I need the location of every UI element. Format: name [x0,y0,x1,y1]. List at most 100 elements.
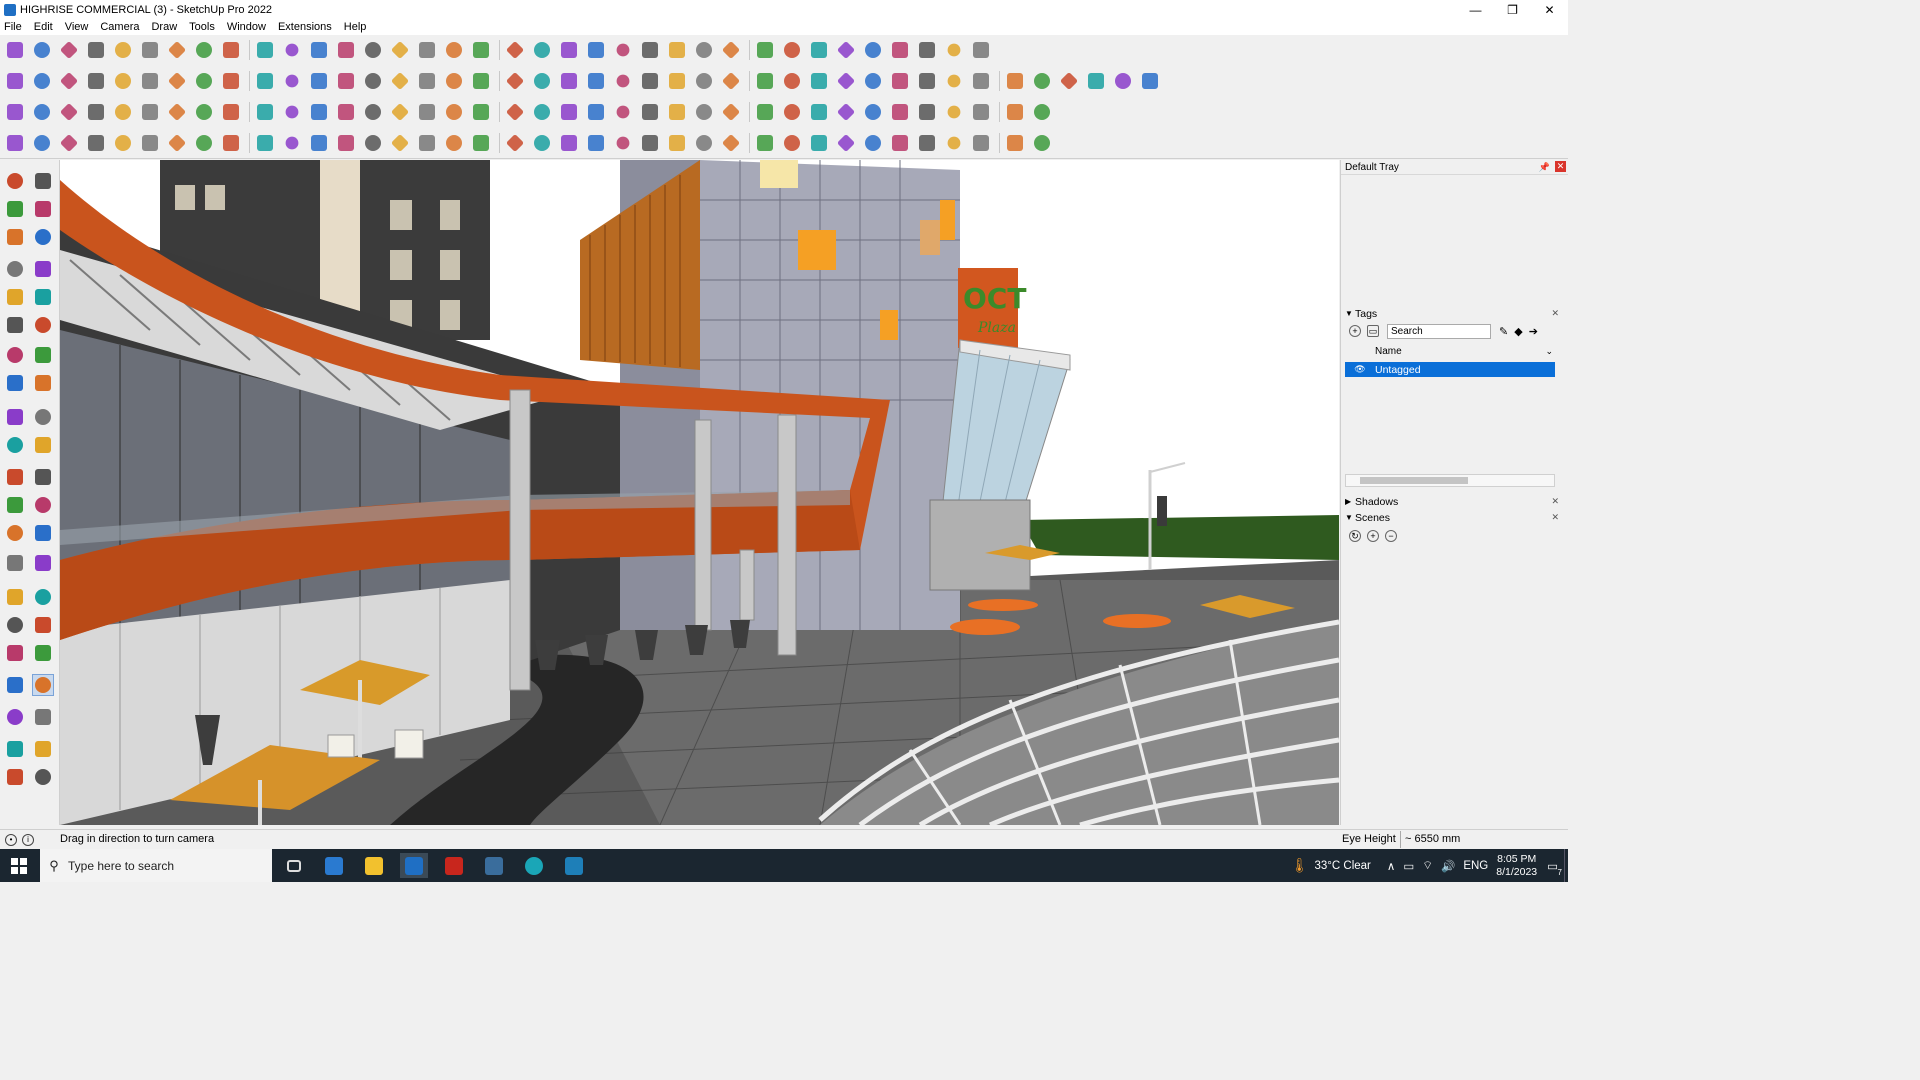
modeling-tool-icon-23[interactable] [612,70,634,92]
extension-tool-icon-12[interactable] [308,132,330,154]
modeling-tool-icon-20[interactable] [531,70,553,92]
standard-tool-icon-11[interactable] [281,39,303,61]
standard-tool-icon-34[interactable] [916,39,938,61]
edit-tool-icon-36[interactable] [970,101,992,123]
edit-tool-icon-7[interactable] [166,101,188,123]
taskbar-app-other[interactable] [560,853,588,878]
extension-tool-icon-25[interactable] [666,132,688,154]
edit-tool-icon-4[interactable] [85,101,107,123]
left-tool-icon-36[interactable] [32,674,54,696]
edit-tool-icon-18[interactable] [470,101,492,123]
modeling-tool-icon-21[interactable] [558,70,580,92]
edit-tool-icon-31[interactable] [835,101,857,123]
modeling-tool-icon-8[interactable] [193,70,215,92]
standard-tool-icon-36[interactable] [970,39,992,61]
add-folder-icon[interactable]: ▭ [1367,325,1379,337]
standard-tool-icon-35[interactable] [943,39,965,61]
scenes-panel-header[interactable]: ▼ Scenes ✕ [1345,510,1559,525]
edit-tool-icon-35[interactable] [943,101,965,123]
menu-window[interactable]: Window [227,21,266,33]
edit-tool-icon-1[interactable] [4,101,26,123]
extension-tool-icon-18[interactable] [470,132,492,154]
edit-tool-icon-25[interactable] [666,101,688,123]
weather-text[interactable]: 33°C Clear [1315,860,1371,872]
left-tool-icon-42[interactable] [32,766,54,788]
modeling-tool-icon-39[interactable] [1058,70,1080,92]
menu-file[interactable]: File [4,21,22,33]
edit-tool-icon-19[interactable] [504,101,526,123]
extension-tool-icon-15[interactable] [389,132,411,154]
geo-location-icon[interactable]: • [5,833,17,846]
left-tool-icon-15[interactable] [4,372,26,394]
display-icon[interactable]: ▭ [1403,859,1414,873]
extension-tool-icon-34[interactable] [916,132,938,154]
left-tool-icon-7[interactable] [4,258,26,280]
left-tool-icon-2[interactable] [32,170,54,192]
eye-visibility-icon[interactable]: 👁 [1345,364,1375,375]
modeling-tool-icon-15[interactable] [389,70,411,92]
edit-tool-icon-3[interactable] [58,101,80,123]
standard-tool-icon-17[interactable] [443,39,465,61]
standard-tool-icon-29[interactable] [781,39,803,61]
standard-tool-icon-31[interactable] [835,39,857,61]
extension-tool-icon-28[interactable] [754,132,776,154]
taskbar-app-calculator[interactable] [320,853,348,878]
left-tool-icon-22[interactable] [32,466,54,488]
left-tool-icon-3[interactable] [4,198,26,220]
modeling-tool-icon-16[interactable] [416,70,438,92]
edit-tool-icon-11[interactable] [281,101,303,123]
edit-tool-icon-32[interactable] [862,101,884,123]
left-tool-icon-5[interactable] [4,226,26,248]
left-tool-icon-27[interactable] [4,552,26,574]
edit-tool-icon-9[interactable] [220,101,242,123]
modeling-tool-icon-35[interactable] [943,70,965,92]
modeling-tool-icon-22[interactable] [585,70,607,92]
shadows-panel-header[interactable]: ▶ Shadows ✕ [1345,494,1559,509]
maximize-button[interactable]: ❐ [1494,0,1531,19]
edit-tool-icon-17[interactable] [443,101,465,123]
add-scene-icon[interactable]: + [1367,530,1379,542]
add-tag-icon[interactable]: + [1349,325,1361,337]
standard-tool-icon-13[interactable] [335,39,357,61]
pin-icon[interactable]: 📌 [1539,162,1550,173]
extension-tool-icon-30[interactable] [808,132,830,154]
extension-tool-icon-19[interactable] [504,132,526,154]
standard-tool-icon-18[interactable] [470,39,492,61]
extension-tool-icon-17[interactable] [443,132,465,154]
edit-tool-icon-37[interactable] [1004,101,1026,123]
details-arrow-icon[interactable]: ➔ [1529,325,1538,338]
modeling-tool-icon-2[interactable] [31,70,53,92]
left-tool-icon-29[interactable] [4,586,26,608]
edit-tool-icon-15[interactable] [389,101,411,123]
standard-tool-icon-24[interactable] [639,39,661,61]
taskbar-app-media[interactable] [480,853,508,878]
extension-tool-icon-8[interactable] [193,132,215,154]
left-tool-icon-28[interactable] [32,552,54,574]
left-tool-icon-13[interactable] [4,344,26,366]
left-tool-icon-31[interactable] [4,614,26,636]
edit-tool-icon-12[interactable] [308,101,330,123]
left-tool-icon-8[interactable] [32,258,54,280]
edit-tool-icon-2[interactable] [31,101,53,123]
left-tool-icon-25[interactable] [4,522,26,544]
edit-tool-icon-16[interactable] [416,101,438,123]
taskbar-app-sketchup[interactable] [400,853,428,878]
tags-column-header[interactable]: Name ⌄ [1375,346,1553,359]
edit-tool-icon-5[interactable] [112,101,134,123]
extension-tool-icon-5[interactable] [112,132,134,154]
language-indicator[interactable]: ENG [1463,860,1488,872]
close-button[interactable]: ✕ [1531,0,1568,19]
extension-tool-icon-13[interactable] [335,132,357,154]
show-hidden-icons-chevron-icon[interactable]: ∧ [1387,859,1395,873]
left-tool-icon-38[interactable] [32,706,54,728]
modeling-tool-icon-34[interactable] [916,70,938,92]
modeling-tool-icon-3[interactable] [58,70,80,92]
modeling-tool-icon-33[interactable] [889,70,911,92]
extension-tool-icon-26[interactable] [693,132,715,154]
tags-horizontal-scrollbar[interactable] [1345,474,1555,487]
standard-tool-icon-9[interactable] [220,39,242,61]
extension-tool-icon-36[interactable] [970,132,992,154]
modeling-tool-icon-10[interactable] [254,70,276,92]
left-tool-icon-23[interactable] [4,494,26,516]
pencil-icon[interactable]: ✎ [1499,325,1508,338]
